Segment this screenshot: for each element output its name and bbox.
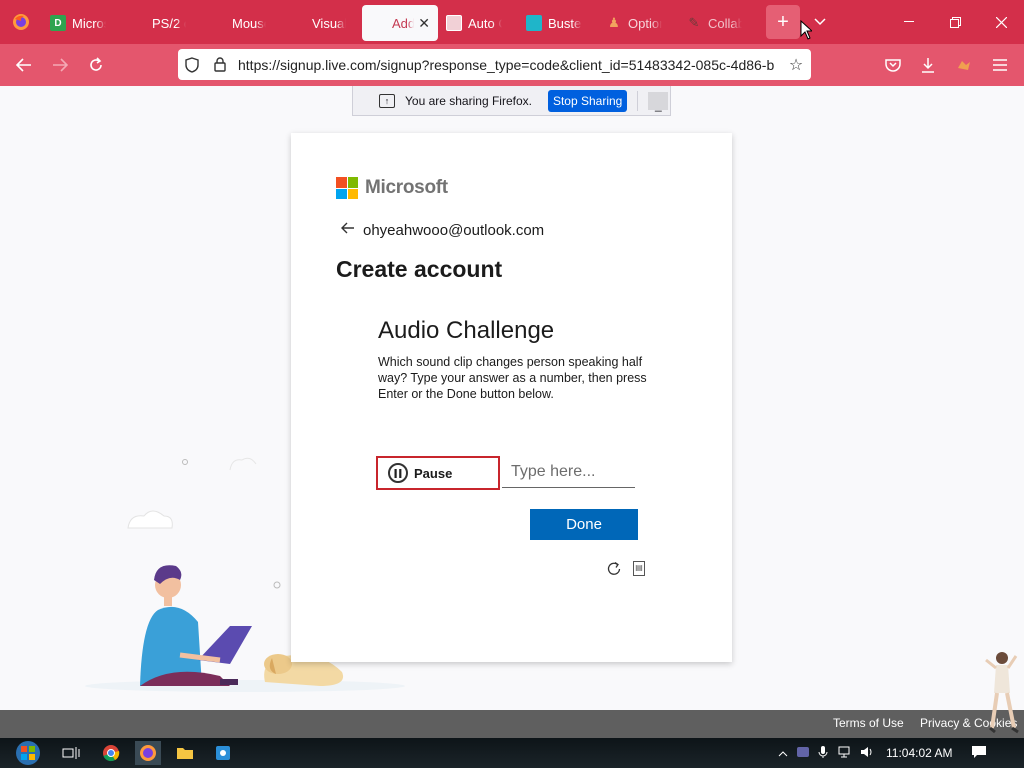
stop-sharing-button[interactable]: Stop Sharing xyxy=(547,89,628,112)
tab-add-active[interactable]: Add ✕ xyxy=(362,5,438,41)
tab-label: Add xyxy=(392,15,414,31)
bookmark-star-icon[interactable]: ☆ xyxy=(781,55,811,75)
url-bar[interactable]: https://signup.live.com/signup?response_… xyxy=(178,49,811,80)
tab-ps2[interactable]: PS/2 o xyxy=(122,5,202,41)
new-tab-button[interactable]: + xyxy=(766,5,800,39)
close-tab-icon[interactable]: ✕ xyxy=(418,15,430,32)
microsoft-logo: Microsoft xyxy=(336,177,448,199)
extension-icon[interactable] xyxy=(946,44,982,86)
notification-center-icon[interactable] xyxy=(971,745,991,762)
audio-challenge-title: Audio Challenge xyxy=(378,317,555,344)
tab-label: Mouse xyxy=(232,15,266,31)
tab-micros[interactable]: D Micros xyxy=(42,5,122,41)
network-icon[interactable] xyxy=(838,746,860,761)
minimize-icon[interactable] xyxy=(886,0,932,44)
microsoft-logo-icon xyxy=(130,15,146,31)
chrome-icon[interactable] xyxy=(98,741,124,765)
page-title: Create account xyxy=(336,256,503,282)
tab-mouse[interactable]: Mouse xyxy=(202,5,282,41)
tab-label: Collab xyxy=(708,15,742,31)
downloads-icon[interactable] xyxy=(910,44,946,86)
start-orb-icon[interactable] xyxy=(10,738,46,768)
puzzle-icon xyxy=(526,15,542,31)
microphone-icon[interactable] xyxy=(818,745,838,762)
close-window-icon[interactable] xyxy=(978,0,1024,44)
microsoft-logo-icon xyxy=(336,177,358,199)
task-view-icon[interactable] xyxy=(58,741,84,765)
restore-icon[interactable] xyxy=(932,0,978,44)
new-challenge-reload-icon[interactable] xyxy=(605,560,623,583)
hamburger-menu-icon[interactable] xyxy=(982,44,1018,86)
tab-option[interactable]: ♟ Option xyxy=(598,5,678,41)
identity-email: ohyeahwooo@outlook.com xyxy=(363,221,545,239)
microsoft-logo-icon xyxy=(370,15,386,31)
audio-challenge-description: Which sound clip changes person speaking… xyxy=(378,355,647,401)
back-arrow-icon[interactable] xyxy=(6,49,42,81)
divider xyxy=(637,90,639,111)
pocket-icon[interactable] xyxy=(875,44,911,86)
teams-icon[interactable] xyxy=(796,745,818,762)
file-explorer-icon[interactable] xyxy=(172,741,198,765)
pause-icon xyxy=(388,463,408,483)
tab-visual[interactable]: Visual xyxy=(282,5,362,41)
tab-label: Option xyxy=(628,15,662,31)
done-button[interactable]: Done xyxy=(530,509,638,540)
microsoft-logo-icon xyxy=(210,15,226,31)
screen-sharing-bar: ↑ You are sharing Firefox. Stop Sharing … xyxy=(352,86,671,116)
terms-of-use-link[interactable]: Terms of Use xyxy=(833,716,904,730)
page-footer: Terms of Use Privacy & Cookies xyxy=(0,710,1024,738)
tab-label: Visual xyxy=(312,15,346,31)
brand-name: Microsoft xyxy=(365,177,448,198)
microsoft-logo-icon xyxy=(290,15,306,31)
firefox-menu-icon[interactable] xyxy=(0,0,42,44)
show-hidden-icons-icon[interactable] xyxy=(778,746,796,760)
pause-button[interactable]: Pause xyxy=(376,456,500,490)
back-arrow-icon[interactable] xyxy=(341,221,355,239)
mouse-cursor-icon xyxy=(800,20,812,40)
d-app-icon: D xyxy=(50,15,66,31)
visual-challenge-icon[interactable]: ▤ xyxy=(633,561,645,576)
firefox-taskbar-icon[interactable] xyxy=(135,741,161,765)
answer-input[interactable] xyxy=(502,457,635,488)
clock-time[interactable]: 11:04:02 AM xyxy=(886,746,953,760)
tab-label: PS/2 o xyxy=(152,15,186,31)
shield-icon[interactable] xyxy=(178,56,206,73)
tab-strip: D Micros PS/2 o Mouse Visual Add ✕ Auto … xyxy=(0,0,1024,44)
reload-icon[interactable] xyxy=(78,49,114,81)
app-gear-icon[interactable] xyxy=(210,741,236,765)
share-screen-icon: ↑ xyxy=(379,93,395,108)
tab-collab[interactable]: ✎ Collab xyxy=(678,5,758,41)
image-icon xyxy=(446,15,462,31)
sharing-message: You are sharing Firefox. xyxy=(405,93,532,108)
windows-taskbar: 11:04:02 AM xyxy=(0,738,1024,768)
navigation-bar: https://signup.live.com/signup?response_… xyxy=(0,44,1024,86)
tab-buster[interactable]: Buster xyxy=(518,5,598,41)
tab-label: Auto C xyxy=(468,15,502,31)
minimize-sharing-bar-button[interactable]: _ xyxy=(648,91,669,111)
lock-icon[interactable] xyxy=(206,57,234,72)
feather-icon: ✎ xyxy=(688,15,700,30)
url-text[interactable]: https://signup.live.com/signup?response_… xyxy=(238,57,781,73)
pause-label: Pause xyxy=(414,465,453,481)
person-icon: ♟ xyxy=(608,15,620,30)
tab-label: Micros xyxy=(72,15,106,31)
volume-icon[interactable] xyxy=(860,746,882,761)
tab-label: Buster xyxy=(548,15,582,31)
tab-auto[interactable]: Auto C xyxy=(438,5,518,41)
system-tray: 11:04:02 AM xyxy=(778,738,991,768)
signup-card: Microsoft ohyeahwooo@outlook.com Create … xyxy=(291,133,732,662)
desktop-mascot-figure xyxy=(985,652,1019,734)
identity-banner: ohyeahwooo@outlook.com xyxy=(341,221,544,239)
forward-arrow-icon[interactable] xyxy=(42,49,78,81)
